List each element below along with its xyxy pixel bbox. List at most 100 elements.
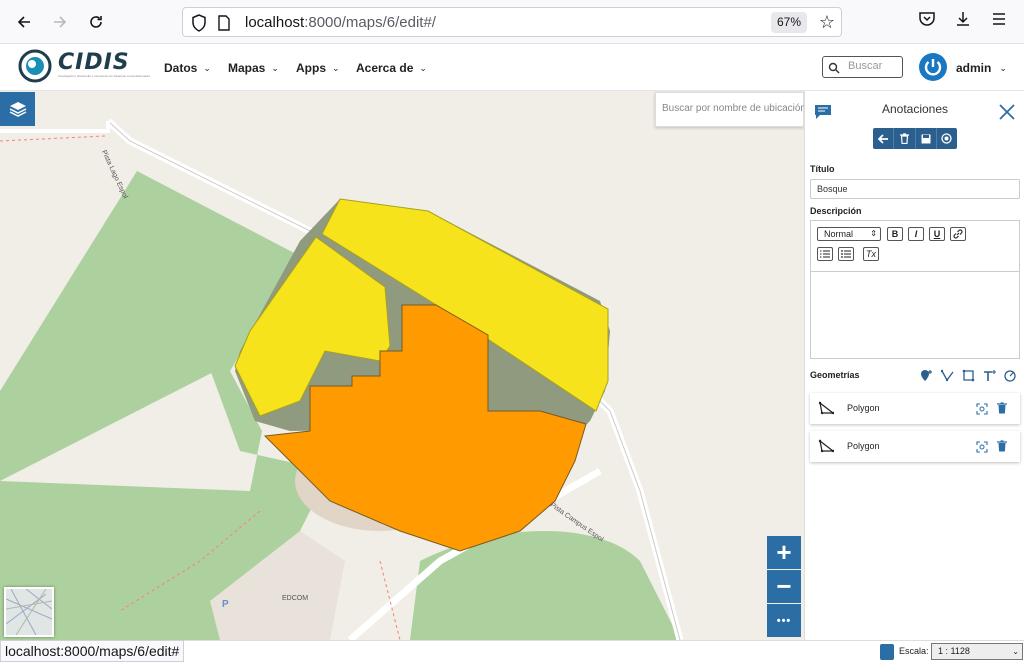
more-options-button[interactable]: ••• bbox=[767, 604, 801, 637]
chevron-down-icon: ⌄ bbox=[203, 62, 211, 73]
menu-datos[interactable]: Datos ⌄ bbox=[164, 61, 211, 75]
chevron-down-icon: ⌄ bbox=[999, 62, 1007, 73]
descripcion-label: Descripción bbox=[810, 206, 862, 216]
polygon-icon bbox=[818, 439, 835, 458]
scale-value: 1 : 1128 bbox=[938, 646, 970, 656]
map-tiles bbox=[0, 118, 684, 640]
ordered-list-button[interactable] bbox=[817, 247, 833, 261]
zoom-in-button[interactable]: + bbox=[767, 536, 801, 569]
basemap-thumbnail[interactable] bbox=[4, 587, 54, 637]
bullet-list-icon bbox=[841, 250, 851, 258]
menu-apps[interactable]: Apps ⌄ bbox=[296, 61, 340, 75]
hamburger-menu-icon[interactable] bbox=[990, 10, 1008, 33]
geometry-name: Polygon bbox=[847, 403, 880, 413]
bullet-list-button[interactable] bbox=[838, 247, 854, 261]
app-header: CIDIS Investigación, Desarrollo e Innova… bbox=[0, 44, 1024, 91]
footpath bbox=[0, 135, 106, 142]
link-icon bbox=[953, 229, 963, 239]
site-search-input[interactable]: Buscar bbox=[822, 56, 903, 78]
clear-format-button[interactable]: Tx bbox=[863, 247, 879, 261]
ordered-list-icon bbox=[820, 250, 830, 258]
bold-button[interactable]: B bbox=[887, 227, 903, 241]
link-button[interactable] bbox=[950, 227, 966, 241]
geometry-tools bbox=[919, 368, 1017, 382]
layers-button[interactable] bbox=[0, 92, 35, 126]
logo-text: CIDIS bbox=[58, 50, 130, 75]
building-label: EDCOM bbox=[282, 595, 309, 602]
geometry-name: Polygon bbox=[847, 441, 880, 451]
power-icon bbox=[924, 59, 942, 76]
polygon-icon bbox=[818, 401, 835, 420]
avatar[interactable] bbox=[919, 53, 947, 81]
chevron-down-icon: ⌄ bbox=[1012, 647, 1019, 656]
layers-icon bbox=[9, 102, 26, 117]
draw-circle-icon[interactable] bbox=[1003, 368, 1017, 382]
menu-acerca-de[interactable]: Acerca de ⌄ bbox=[356, 61, 427, 75]
basemap-preview bbox=[6, 589, 52, 635]
search-icon bbox=[828, 61, 840, 79]
parking-label: P bbox=[222, 599, 229, 610]
chevron-down-icon: ⌄ bbox=[271, 62, 279, 73]
format-select-value: Normal bbox=[824, 229, 854, 239]
underline-button[interactable]: U bbox=[929, 227, 945, 241]
trash-icon[interactable] bbox=[997, 401, 1007, 419]
italic-button[interactable]: I bbox=[908, 227, 924, 241]
menu-mapas[interactable]: Mapas ⌄ bbox=[228, 61, 279, 75]
forward-icon[interactable] bbox=[48, 10, 72, 34]
download-icon[interactable] bbox=[954, 10, 972, 33]
menu-apps-label: Apps bbox=[296, 61, 326, 75]
scale-label: Escala: bbox=[899, 646, 929, 656]
titulo-input[interactable]: Bosque bbox=[810, 179, 1020, 199]
save-icon[interactable] bbox=[916, 128, 937, 149]
panel-title: Anotaciones bbox=[881, 102, 949, 116]
bookmark-star-icon[interactable]: ☆ bbox=[819, 12, 835, 33]
chevron-down-icon: ⌄ bbox=[332, 62, 340, 73]
location-search-input[interactable]: Buscar por nombre de ubicación bbox=[655, 92, 804, 127]
description-editor: Normal ⇕ B I U Tx bbox=[810, 220, 1020, 359]
logo-mark-icon bbox=[18, 49, 52, 83]
draw-polygon-icon[interactable] bbox=[961, 368, 975, 382]
geometrias-label: Geometrías bbox=[810, 370, 860, 380]
map-canvas[interactable]: Pista Lago Espol Pista Campus Espol EDCO… bbox=[0, 91, 804, 640]
reload-icon[interactable] bbox=[84, 10, 108, 34]
trash-icon[interactable] bbox=[997, 439, 1007, 457]
search-placeholder: Buscar bbox=[848, 60, 883, 72]
format-select[interactable]: Normal ⇕ bbox=[817, 227, 881, 241]
scale-icon bbox=[880, 644, 894, 660]
browser-toolbar: localhost:8000/maps/6/edit#/ 67% ☆ bbox=[0, 0, 1024, 44]
menu-acerca-label: Acerca de bbox=[356, 61, 414, 75]
zoom-out-button[interactable]: − bbox=[767, 570, 801, 603]
logo-subtitle: Investigación, Desarrollo e Innovación d… bbox=[58, 74, 151, 78]
page-icon bbox=[217, 15, 231, 36]
editor-toolbar: Normal ⇕ B I U Tx bbox=[811, 221, 1019, 272]
url-text[interactable]: localhost:8000/maps/6/edit#/ bbox=[245, 14, 436, 31]
shield-icon[interactable] bbox=[191, 14, 207, 37]
scale-select[interactable]: 1 : 1128 ⌄ bbox=[931, 643, 1023, 660]
download-circle-icon[interactable] bbox=[937, 128, 957, 149]
add-text-icon[interactable] bbox=[982, 368, 996, 382]
updown-arrow-icon: ⇕ bbox=[870, 229, 877, 238]
trash-icon[interactable] bbox=[894, 128, 916, 149]
add-point-icon[interactable] bbox=[919, 368, 933, 382]
menu-mapas-label: Mapas bbox=[228, 61, 266, 75]
close-icon[interactable] bbox=[998, 103, 1016, 126]
titulo-label: Título bbox=[810, 164, 835, 174]
menu-datos-label: Datos bbox=[164, 61, 198, 75]
geometry-row[interactable]: Polygon bbox=[810, 393, 1020, 424]
back-arrow-icon[interactable] bbox=[873, 128, 895, 149]
annotation-toolbar bbox=[873, 128, 957, 149]
user-menu[interactable]: admin ⌄ bbox=[956, 61, 1007, 75]
pocket-icon[interactable] bbox=[918, 10, 936, 33]
logo[interactable]: CIDIS Investigación, Desarrollo e Innova… bbox=[18, 45, 158, 87]
draw-line-icon[interactable] bbox=[940, 368, 954, 382]
chevron-down-icon: ⌄ bbox=[419, 62, 427, 73]
zoom-level-badge[interactable]: 67% bbox=[770, 12, 807, 33]
link-preview-url: localhost:8000/maps/6/edit# bbox=[0, 640, 185, 662]
url-bar[interactable]: localhost:8000/maps/6/edit#/ 67% ☆ bbox=[182, 7, 842, 37]
zoom-to-icon[interactable] bbox=[976, 402, 988, 420]
zoom-to-icon[interactable] bbox=[976, 440, 988, 458]
user-name: admin bbox=[956, 61, 992, 75]
back-icon[interactable] bbox=[12, 10, 36, 34]
annotations-panel: Anotaciones Título Bosque Descripción No… bbox=[804, 91, 1024, 640]
geometry-row[interactable]: Polygon bbox=[810, 431, 1020, 462]
